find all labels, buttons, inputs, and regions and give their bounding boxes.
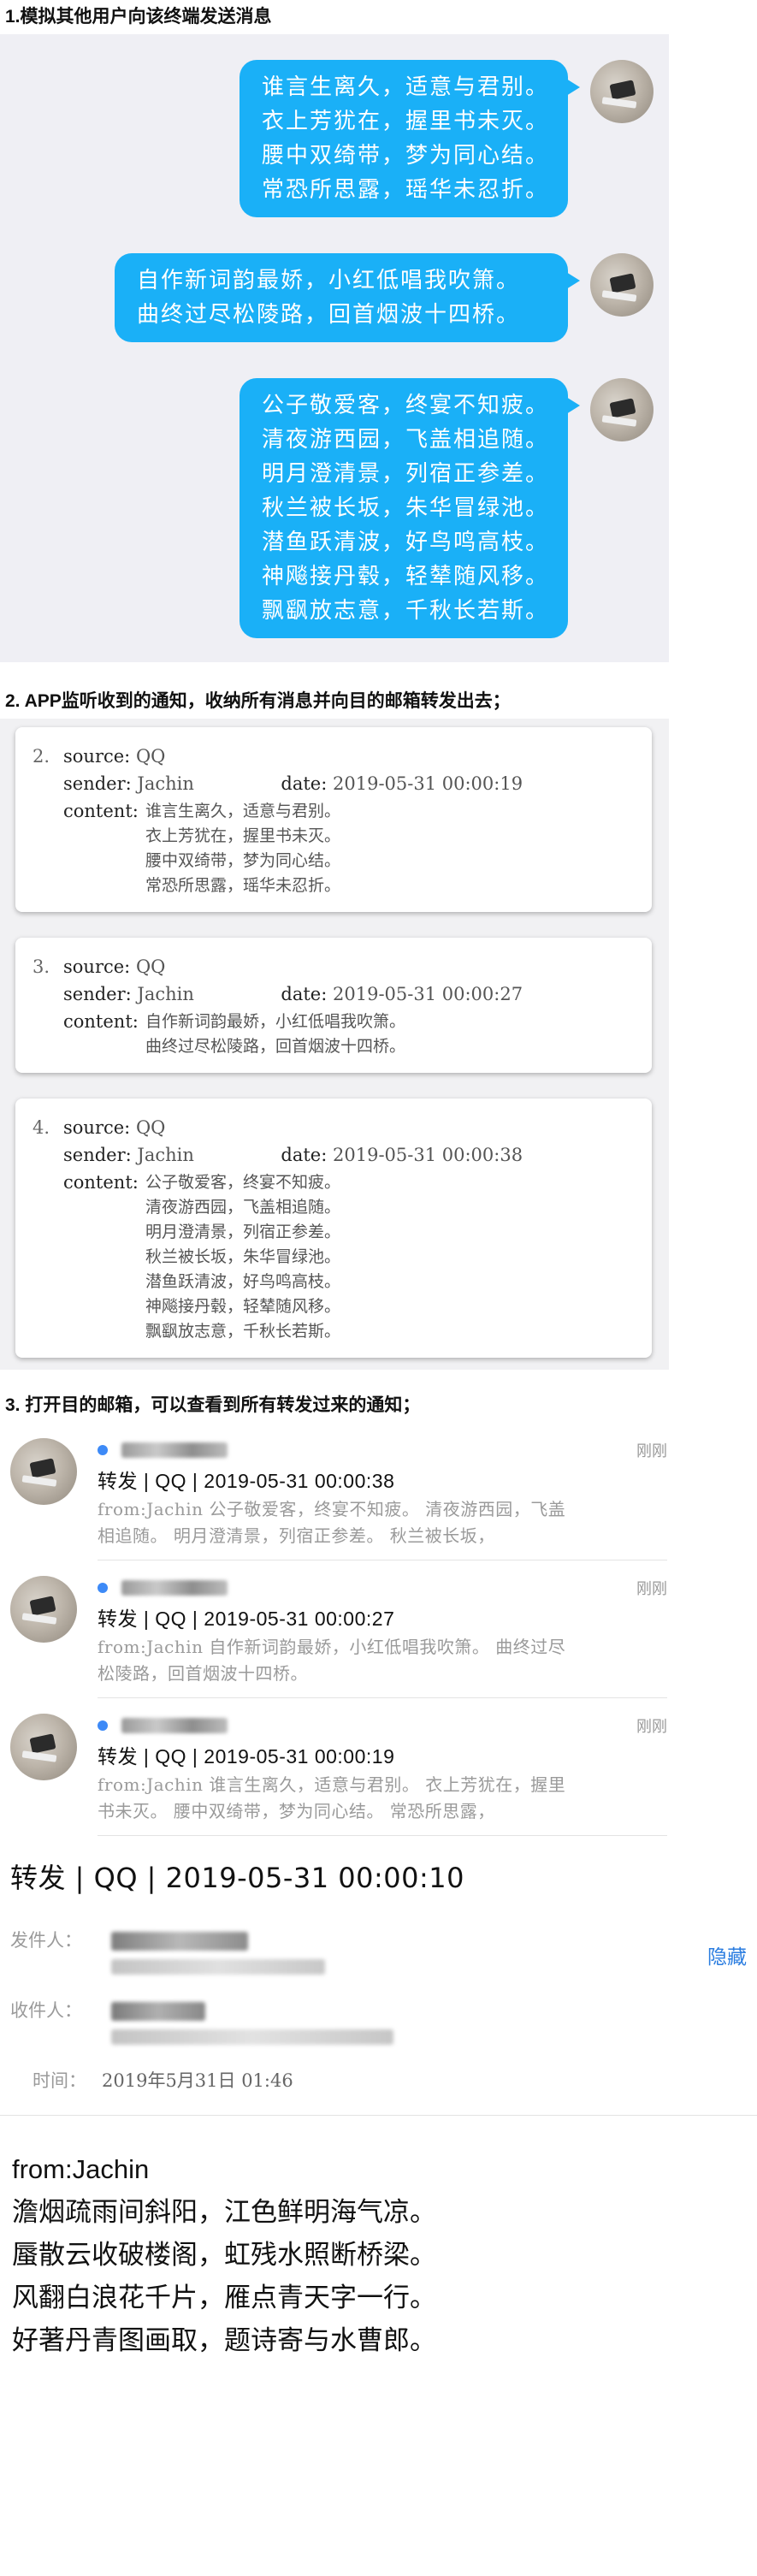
avatar (10, 1576, 77, 1643)
sender-name-redacted (121, 1580, 228, 1596)
time-value: 2019年5月31日 01:46 (102, 2070, 293, 2091)
time-label: 时间： (33, 2070, 86, 2091)
card-number: 2. (33, 746, 50, 767)
sender-name-redacted (111, 1932, 248, 1951)
source-label: source: (63, 746, 131, 767)
mail-time: 刚刚 (636, 1580, 667, 1598)
mail-subject: 转发 | QQ | 2019-05-31 00:00:27 (98, 1608, 395, 1630)
content-text: 自作新词韵最娇，小红低唱我吹箫。 曲终过尽松陵路，回首烟波十四桥。 (145, 1012, 406, 1056)
hide-details-link[interactable]: 隐藏 (707, 1940, 747, 1969)
message-line: 自作新词韵最娇，小红低唱我吹箫。 (137, 268, 521, 293)
chat-message: 自作新词韵最娇，小红低唱我吹箫。 曲终过尽松陵路，回首烟波十四桥。 (0, 253, 669, 342)
content-text: 谁言生离久，适意与君别。 衣上芳犹在，握里书未灭。 腰中双绮带，梦为同心结。 常… (145, 802, 341, 895)
message-line: 飘飖放志意，千秋长若斯。 (261, 598, 549, 624)
message-line: 曲终过尽松陵路，回首烟波十四桥。 (137, 302, 521, 328)
content-line: 风翻白浪花千片，雁点青天字一行。 (12, 2283, 436, 2313)
mail-preview: from:Jachin 公子敬爱客，终宴不知疲。 清夜游西园，飞盖 相追随。 明… (98, 1499, 566, 1546)
content-line: 蜃散云收破楼阁，虹残水照断桥梁。 (12, 2240, 436, 2271)
content-label: content: (63, 1172, 139, 1193)
notification-card[interactable]: 3. source: QQ sender: Jachin date: 2019-… (15, 938, 652, 1073)
message-bubble[interactable]: 谁言生离久，适意与君别。 衣上芳犹在，握里书未灭。 腰中双绮带，梦为同心结。 常… (239, 60, 581, 217)
notification-card[interactable]: 4. source: QQ sender: Jachin date: 2019-… (15, 1099, 652, 1358)
source-value: QQ (135, 956, 166, 977)
notification-list: 2. source: QQ sender: Jachin date: 2019-… (0, 719, 669, 1370)
content-text: 公子敬爱客，终宴不知疲。 清夜游西园，飞盖相追随。 明月澄清景，列宿正参差。 秋… (145, 1173, 341, 1341)
date-label: date: (281, 773, 328, 794)
message-line: 衣上芳犹在，握里书未灭。 (261, 109, 549, 134)
unread-dot-icon (98, 1445, 108, 1455)
content-line: 好著丹青图画取，题诗寄与水曹郎。 (12, 2325, 436, 2356)
recipient-name-redacted (111, 2002, 205, 2021)
section2-title: 2. APP监听收到的通知，收纳所有消息并向目的邮箱转发出去； (5, 691, 511, 711)
message-line: 明月澄清景，列宿正参差。 (261, 461, 549, 487)
chat-message: 公子敬爱客，终宴不知疲。 清夜游西园，飞盖相追随。 明月澄清景，列宿正参差。 秋… (0, 378, 669, 638)
chat-panel: 谁言生离久，适意与君别。 衣上芳犹在，握里书未灭。 腰中双绮带，梦为同心结。 常… (0, 34, 669, 662)
section3-title: 3. 打开目的邮箱，可以查看到所有转发过来的通知； (5, 1395, 421, 1415)
sender-value: Jachin (137, 1145, 194, 1165)
date-value: 2019-05-31 00:00:19 (333, 773, 523, 794)
sender-name-redacted (121, 1718, 228, 1733)
card-number: 3. (33, 956, 50, 977)
mail-content: from:Jachin 澹烟疏雨间斜阳，江色鲜明海气凉。 蜃散云收破楼阁，虹残水… (0, 2116, 757, 2362)
message-bubble[interactable]: 自作新词韵最娇，小红低唱我吹箫。 曲终过尽松陵路，回首烟波十四桥。 (115, 253, 580, 342)
source-value: QQ (135, 1117, 166, 1138)
card-number: 4. (33, 1117, 50, 1138)
section1-title: 1.模拟其他用户向该终端发送消息 (5, 7, 272, 27)
mail-header: 发件人： 收件人： 隐藏 (0, 1896, 757, 2045)
avatar[interactable] (590, 253, 654, 317)
date-value: 2019-05-31 00:00:27 (333, 984, 523, 1004)
notification-card[interactable]: 2. source: QQ sender: Jachin date: 2019-… (15, 727, 652, 912)
unread-dot-icon (98, 1720, 108, 1731)
recipient-email-redacted (111, 2029, 393, 2045)
avatar (10, 1438, 77, 1505)
mail-time: 刚刚 (636, 1718, 667, 1736)
content-label: content: (63, 1011, 139, 1032)
mail-list-item[interactable]: 刚刚 转发 | QQ | 2019-05-31 00:00:38 from:Ja… (0, 1423, 757, 1560)
sender-value: Jachin (137, 984, 194, 1004)
source-label: source: (63, 1117, 131, 1138)
sender-email-redacted (111, 1959, 325, 1975)
mail-time: 刚刚 (636, 1442, 667, 1460)
sender-label: sender: (63, 1145, 132, 1165)
date-label: date: (281, 1145, 328, 1165)
chat-message: 谁言生离久，适意与君别。 衣上芳犹在，握里书未灭。 腰中双绮带，梦为同心结。 常… (0, 60, 669, 217)
message-line: 潜鱼跃清波，好鸟鸣高枝。 (261, 530, 549, 555)
mail-preview: from:Jachin 谁言生离久，适意与君别。 衣上芳犹在，握里 书未灭。 腰… (98, 1774, 566, 1821)
avatar (10, 1714, 77, 1780)
message-line: 神飚接丹毂，轻辇随风移。 (261, 564, 549, 589)
content-label: content: (63, 801, 139, 821)
avatar[interactable] (590, 378, 654, 441)
message-line: 清夜游西园，飞盖相追随。 (261, 427, 549, 453)
mail-subject: 转发 | QQ | 2019-05-31 00:00:19 (98, 1745, 395, 1768)
sender-label: sender: (63, 773, 132, 794)
avatar[interactable] (590, 60, 654, 123)
sender-name-redacted (121, 1442, 228, 1458)
date-label: date: (281, 984, 328, 1004)
sender-label: sender: (63, 984, 132, 1004)
mail-preview: from:Jachin 自作新词韵最娇，小红低唱我吹箫。 曲终过尽 松陵路，回首… (98, 1637, 566, 1684)
mail-list-item[interactable]: 刚刚 转发 | QQ | 2019-05-31 00:00:27 from:Ja… (0, 1560, 757, 1698)
mail-subject: 转发 | QQ | 2019-05-31 00:00:38 (98, 1470, 395, 1492)
sender-label: 发件人： (10, 1930, 82, 1951)
message-line: 秋兰被长坂，朱华冒绿池。 (261, 495, 549, 521)
message-line: 腰中双绮带，梦为同心结。 (261, 143, 549, 169)
source-value: QQ (135, 746, 166, 767)
mail-time-row: 时间： 2019年5月31日 01:46 (0, 2045, 757, 2093)
recipient-label: 收件人： (10, 2000, 82, 2021)
message-line: 常恐所思露，瑶华未忍折。 (261, 177, 549, 203)
message-line: 公子敬爱客，终宴不知疲。 (261, 393, 549, 418)
content-from: from:Jachin (12, 2154, 150, 2184)
source-label: source: (63, 956, 131, 977)
content-line: 澹烟疏雨间斜阳，江色鲜明海气凉。 (12, 2197, 436, 2228)
sender-value: Jachin (137, 773, 194, 794)
mail-list-item[interactable]: 刚刚 转发 | QQ | 2019-05-31 00:00:19 from:Ja… (0, 1698, 757, 1836)
message-line: 谁言生离久，适意与君别。 (261, 74, 549, 100)
page: 1.模拟其他用户向该终端发送消息 谁言生离久，适意与君别。 衣上芳犹在，握里书未… (0, 0, 757, 2576)
unread-dot-icon (98, 1583, 108, 1593)
open-mail-subject: 转发 | QQ | 2019-05-31 00:00:10 (10, 1862, 464, 1894)
message-bubble[interactable]: 公子敬爱客，终宴不知疲。 清夜游西园，飞盖相追随。 明月澄清景，列宿正参差。 秋… (239, 378, 581, 638)
date-value: 2019-05-31 00:00:38 (333, 1145, 523, 1165)
